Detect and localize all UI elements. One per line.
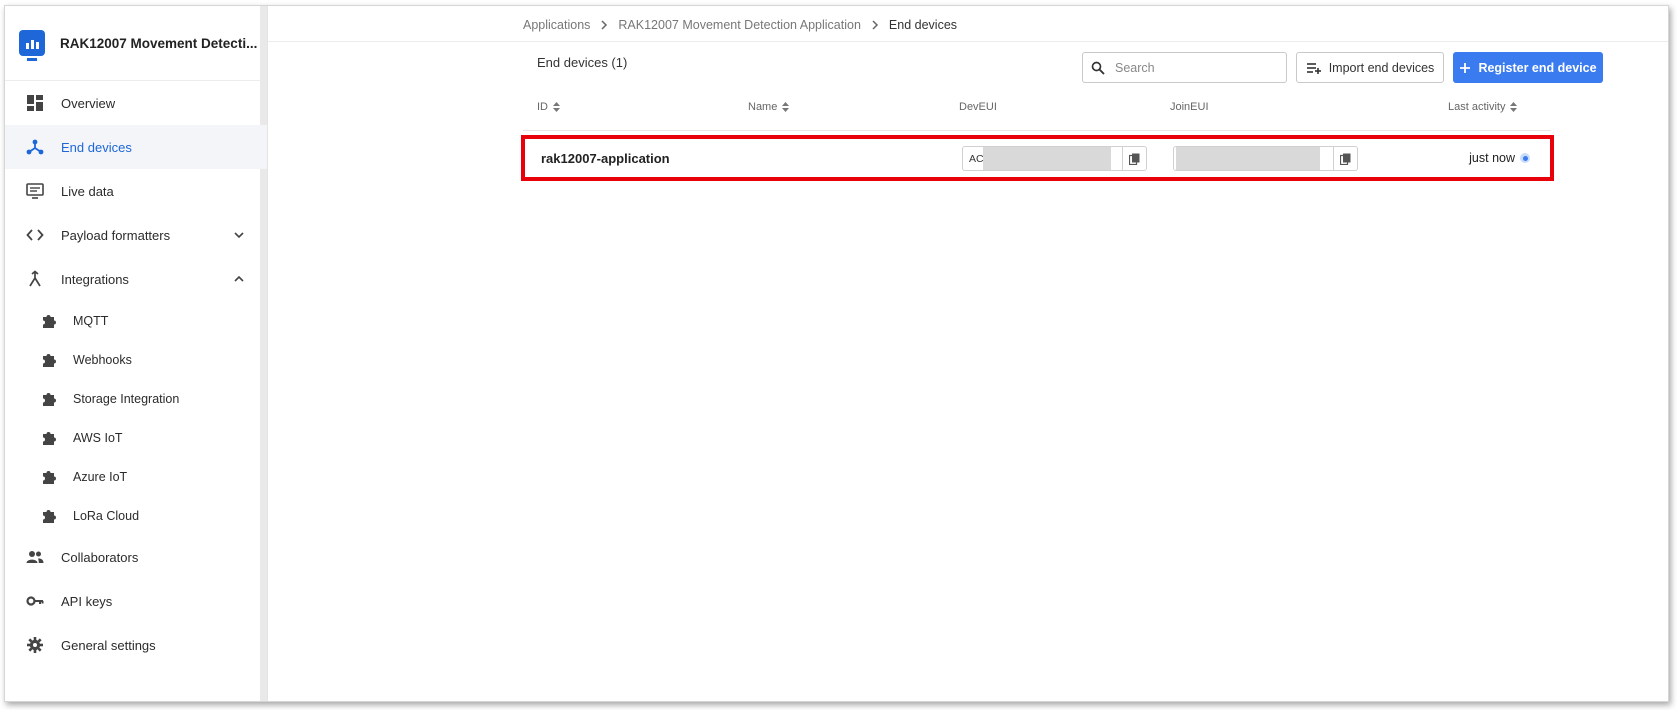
sidebar-nav: Overview End devices Live data Payload f…: [5, 81, 267, 667]
sidebar-subitem-label: MQTT: [73, 313, 109, 328]
sidebar-item-collaborators[interactable]: Collaborators: [5, 535, 267, 579]
search-input[interactable]: [1115, 60, 1275, 75]
sidebar-item-payload-formatters[interactable]: Payload formatters: [5, 213, 267, 257]
search-field[interactable]: [1082, 52, 1287, 83]
sidebar-item-label: Live data: [61, 183, 114, 199]
breadcrumb-applications[interactable]: Applications: [523, 18, 590, 32]
sort-icon: [553, 102, 560, 112]
puzzle-icon: [39, 506, 59, 526]
sidebar-item-label: End devices: [61, 139, 132, 155]
sidebar-subitem-label: Storage Integration: [73, 391, 180, 406]
column-header-deveui: DevEUI: [959, 101, 997, 113]
sidebar-item-overview[interactable]: Overview: [5, 81, 267, 125]
breadcrumb-application[interactable]: RAK12007 Movement Detection Application: [618, 18, 861, 32]
dashboard-icon: [25, 93, 45, 113]
table-header: ID Name DevEUI JoinEUI Last activity: [268, 101, 1668, 119]
import-end-devices-label: Import end devices: [1328, 60, 1435, 75]
gear-icon: [25, 635, 45, 655]
plus-icon: [1460, 62, 1471, 73]
live-data-icon: [25, 181, 45, 201]
table-header-divider: [523, 130, 1551, 131]
copy-icon[interactable]: [1122, 147, 1146, 170]
deveui-value: AC: [969, 152, 984, 165]
app-logo-icon: [19, 30, 45, 61]
column-header-label: Name: [748, 101, 778, 113]
copy-icon[interactable]: [1333, 147, 1357, 170]
people-icon: [25, 547, 45, 567]
key-icon: [25, 591, 45, 611]
end-devices-icon: [25, 137, 45, 157]
puzzle-icon: [39, 311, 59, 331]
joineui-field: [1173, 146, 1358, 171]
joineui-redacted: [1176, 147, 1320, 170]
sidebar-subitem-label: Azure IoT: [73, 469, 128, 484]
sort-icon: [1510, 102, 1518, 112]
sidebar-item-api-keys[interactable]: API keys: [5, 579, 267, 623]
chevron-down-icon[interactable]: [233, 229, 245, 241]
deveui-field: AC: [962, 146, 1147, 171]
sidebar-item-azure-iot[interactable]: Azure IoT: [5, 457, 267, 496]
import-end-devices-button[interactable]: Import end devices: [1296, 52, 1444, 83]
sidebar-item-live-data[interactable]: Live data: [5, 169, 267, 213]
sidebar-item-storage-integration[interactable]: Storage Integration: [5, 379, 267, 418]
column-header-joineui: JoinEUI: [1170, 101, 1209, 113]
sidebar: RAK12007 Movement Detecti... Overview En…: [5, 6, 268, 701]
puzzle-icon: [39, 389, 59, 409]
column-header-label: JoinEUI: [1170, 101, 1209, 113]
page-title: End devices (1): [537, 55, 628, 70]
sidebar-item-label: Integrations: [61, 271, 129, 287]
sidebar-item-general-settings[interactable]: General settings: [5, 623, 267, 667]
chevron-right-icon: [871, 20, 879, 30]
register-end-device-button[interactable]: Register end device: [1453, 52, 1603, 83]
column-header-label: ID: [537, 101, 548, 113]
sort-icon: [782, 102, 790, 112]
sidebar-item-webhooks[interactable]: Webhooks: [5, 340, 267, 379]
last-activity-cell: just now: [1469, 151, 1530, 165]
header-divider: [268, 41, 1668, 42]
app-header[interactable]: RAK12007 Movement Detecti...: [5, 6, 267, 81]
sidebar-item-label: Payload formatters: [61, 227, 171, 243]
column-header-name[interactable]: Name: [748, 101, 790, 113]
app-title: RAK12007 Movement Detecti...: [60, 35, 258, 51]
search-icon: [1091, 61, 1105, 75]
main-content: Applications RAK12007 Movement Detection…: [268, 6, 1668, 701]
sidebar-item-mqtt[interactable]: MQTT: [5, 301, 267, 340]
code-icon: [25, 225, 45, 245]
sidebar-item-integrations[interactable]: Integrations: [5, 257, 267, 301]
sidebar-item-aws-iot[interactable]: AWS IoT: [5, 418, 267, 457]
breadcrumb: Applications RAK12007 Movement Detection…: [523, 12, 957, 38]
column-header-last-activity[interactable]: Last activity: [1448, 101, 1518, 113]
breadcrumb-end-devices: End devices: [888, 18, 958, 32]
device-id-cell: rak12007-application: [541, 151, 670, 166]
sidebar-item-label: Collaborators: [61, 549, 139, 565]
last-activity-value: just now: [1469, 151, 1515, 165]
column-header-label: Last activity: [1448, 101, 1506, 113]
sidebar-item-lora-cloud[interactable]: LoRa Cloud: [5, 496, 267, 535]
chevron-up-icon[interactable]: [233, 273, 245, 285]
column-header-label: DevEUI: [959, 101, 997, 113]
status-dot-icon: [1520, 153, 1530, 163]
puzzle-icon: [39, 467, 59, 487]
sidebar-item-end-devices[interactable]: End devices: [5, 125, 267, 169]
puzzle-icon: [39, 350, 59, 370]
register-end-device-label: Register end device: [1478, 60, 1597, 75]
sidebar-item-label: General settings: [61, 637, 156, 653]
chevron-right-icon: [600, 20, 608, 30]
integrations-icon: [25, 269, 45, 289]
sidebar-subitem-label: LoRa Cloud: [73, 508, 140, 523]
table-row[interactable]: rak12007-application AC just now: [521, 135, 1554, 181]
puzzle-icon: [39, 428, 59, 448]
sidebar-subitem-label: AWS IoT: [73, 430, 123, 445]
app-window: RAK12007 Movement Detecti... Overview En…: [4, 5, 1669, 702]
sidebar-item-label: Overview: [61, 95, 116, 111]
playlist-add-icon: [1306, 62, 1321, 74]
deveui-redacted: [983, 147, 1111, 170]
sidebar-subitem-label: Webhooks: [73, 352, 132, 367]
sidebar-item-label: API keys: [61, 593, 113, 609]
column-header-id[interactable]: ID: [537, 101, 560, 113]
